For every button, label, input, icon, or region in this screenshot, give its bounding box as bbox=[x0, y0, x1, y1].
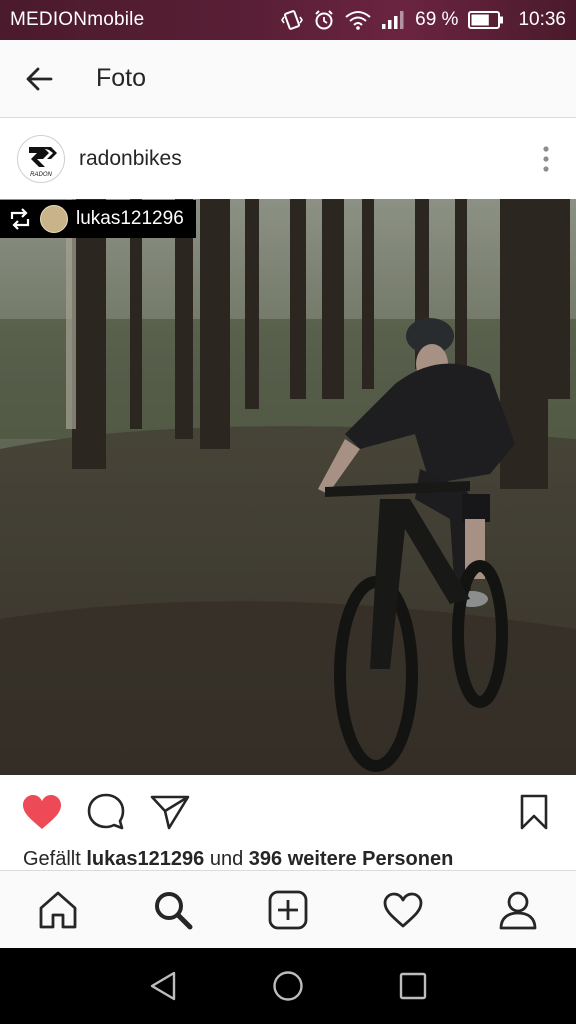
page-title: Foto bbox=[96, 64, 147, 92]
bookmark-button[interactable] bbox=[502, 780, 566, 844]
heart-filled-icon bbox=[23, 795, 61, 829]
nav-new-post[interactable] bbox=[253, 875, 323, 945]
avatar[interactable]: RADON bbox=[17, 135, 65, 183]
search-icon bbox=[154, 891, 193, 929]
vibrate-icon bbox=[281, 9, 304, 31]
profile-icon bbox=[499, 891, 537, 929]
bottom-nav bbox=[0, 870, 576, 948]
nav-home[interactable] bbox=[23, 875, 93, 945]
comment-icon bbox=[87, 793, 125, 830]
nav-search[interactable] bbox=[138, 875, 208, 945]
bookmark-icon bbox=[520, 794, 548, 830]
forest-bike-image bbox=[0, 199, 576, 775]
back-triangle-icon bbox=[150, 971, 175, 1001]
repost-username: lukas121296 bbox=[76, 208, 184, 229]
home-circle-icon bbox=[273, 971, 303, 1001]
wifi-icon bbox=[345, 10, 371, 30]
battery-percent: 69 % bbox=[415, 9, 459, 30]
carrier-name: MEDIONmobile bbox=[10, 9, 145, 30]
post-username[interactable]: radonbikes bbox=[79, 147, 182, 171]
likes-user[interactable]: lukas121296 bbox=[86, 848, 204, 870]
arrow-left-icon bbox=[26, 67, 53, 90]
likes-count[interactable]: 396 weitere Personen bbox=[249, 848, 454, 870]
battery-icon bbox=[468, 11, 504, 29]
comment-button[interactable] bbox=[74, 780, 138, 844]
signal-icon bbox=[381, 10, 405, 30]
likes-summary[interactable]: Gefällt lukas121296 und 396 weitere Pers… bbox=[23, 848, 453, 871]
avatar-logo-text: RADON bbox=[30, 172, 52, 178]
post-photo[interactable] bbox=[0, 199, 576, 775]
repost-badge[interactable]: lukas121296 bbox=[0, 200, 196, 238]
system-back-button[interactable] bbox=[133, 956, 193, 1016]
post-actions bbox=[0, 776, 576, 848]
home-icon bbox=[39, 891, 76, 928]
nav-profile[interactable] bbox=[483, 875, 553, 945]
post-header: RADON radonbikes bbox=[0, 119, 576, 199]
status-bar: MEDIONmobile 69 % 10:36 bbox=[0, 0, 576, 40]
more-options-button[interactable] bbox=[516, 129, 576, 189]
app-bar: Foto bbox=[0, 40, 576, 118]
nav-activity[interactable] bbox=[368, 875, 438, 945]
recents-square-icon bbox=[400, 972, 427, 1000]
send-icon bbox=[150, 795, 190, 830]
alarm-icon bbox=[313, 9, 335, 31]
more-vertical-icon bbox=[543, 146, 549, 172]
back-button[interactable] bbox=[0, 40, 78, 118]
add-post-icon bbox=[268, 890, 308, 929]
share-button[interactable] bbox=[138, 780, 202, 844]
radon-logo-icon: RADON bbox=[29, 147, 57, 178]
like-button[interactable] bbox=[10, 780, 74, 844]
likes-prefix: Gefällt bbox=[23, 848, 81, 870]
clock: 10:36 bbox=[518, 9, 566, 30]
repost-avatar bbox=[40, 205, 68, 233]
activity-heart-icon bbox=[383, 892, 423, 927]
system-nav-bar bbox=[0, 948, 576, 1024]
system-recents-button[interactable] bbox=[383, 956, 443, 1016]
repost-icon bbox=[10, 208, 30, 230]
system-home-button[interactable] bbox=[258, 956, 318, 1016]
likes-middle: und bbox=[209, 848, 244, 870]
status-icons: 69 % 10:36 bbox=[281, 9, 566, 31]
